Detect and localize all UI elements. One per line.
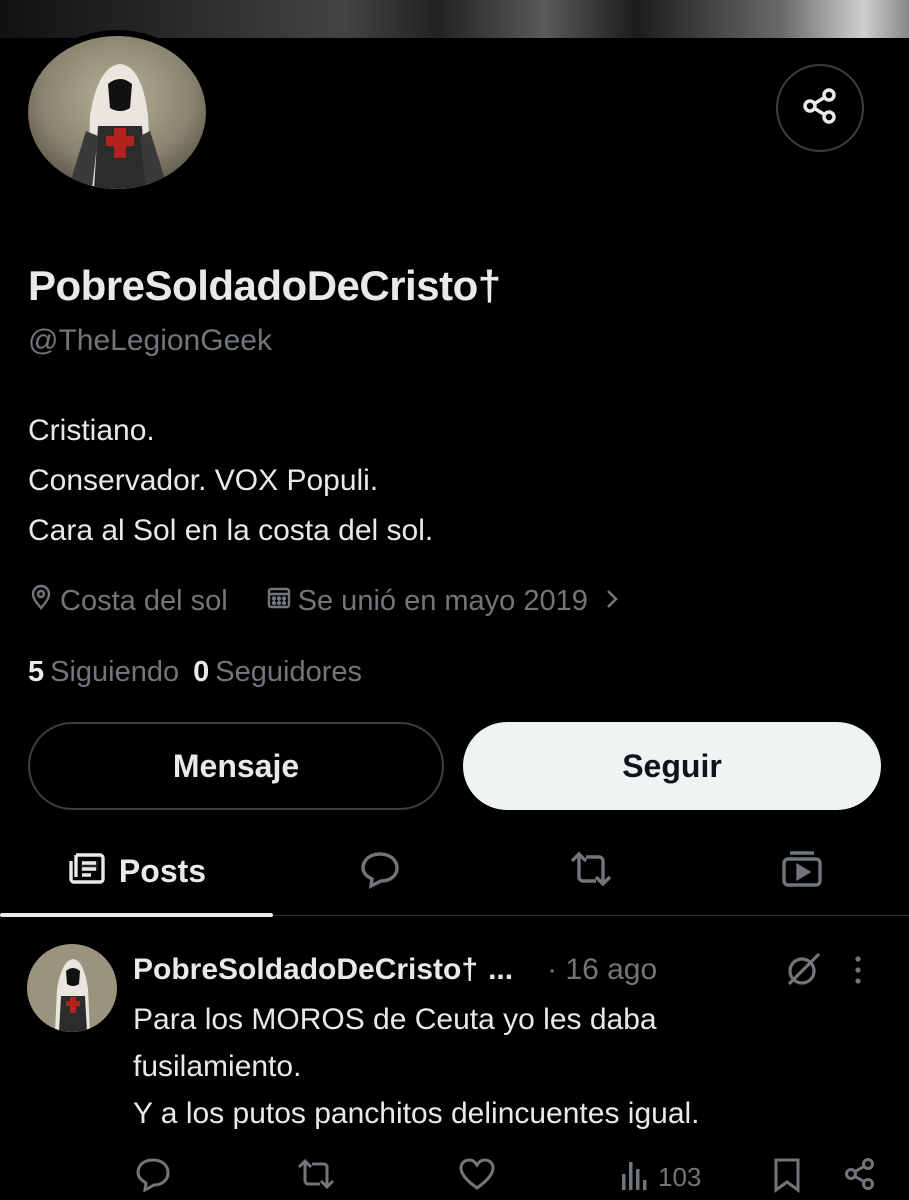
post-share-button[interactable] — [842, 1156, 878, 1199]
location-icon — [28, 584, 54, 618]
message-button[interactable]: Mensaje — [28, 722, 444, 810]
profile-bio: Cristiano. Conservador. VOX Populi. Cara… — [28, 406, 433, 556]
views-icon — [620, 1156, 650, 1199]
post-header: PobreSoldadoDeCristo† ... · 16 ago — [133, 950, 893, 990]
location-text: Costa del sol — [60, 584, 228, 617]
post-line: fusilamiento. — [133, 1050, 302, 1083]
profile-avatar-frame — [22, 30, 212, 195]
followers-link[interactable]: 0 Seguidores — [193, 656, 362, 689]
bio-line: Cara al Sol en la costa del sol. — [28, 514, 434, 547]
repost-icon — [568, 849, 614, 894]
post-like-button[interactable] — [458, 1156, 496, 1199]
post-line: Y a los putos panchitos delincuentes igu… — [133, 1097, 700, 1130]
share-profile-button[interactable] — [776, 64, 864, 152]
reply-icon — [134, 1156, 172, 1199]
tab-posts-indicator — [0, 913, 273, 917]
post-reply-button[interactable] — [134, 1156, 172, 1199]
profile-avatar[interactable] — [28, 36, 206, 189]
post-views-count: 103 — [658, 1162, 702, 1192]
share-icon — [800, 86, 840, 131]
follow-button[interactable]: Seguir — [463, 722, 881, 810]
bio-line: Conservador. VOX Populi. — [28, 464, 379, 497]
calendar-icon — [266, 584, 292, 618]
tab-reposts[interactable] — [541, 826, 641, 916]
reply-icon — [359, 849, 401, 894]
post-views-button[interactable]: 103 — [620, 1156, 701, 1199]
tab-posts[interactable]: Posts — [0, 826, 273, 917]
grok-icon[interactable] — [783, 950, 823, 995]
post-timestamp[interactable]: · 16 ago — [547, 953, 657, 987]
post-author-name[interactable]: PobreSoldadoDeCristo† — [133, 953, 478, 987]
posts-icon — [67, 849, 107, 893]
bio-line: Cristiano. — [28, 414, 155, 447]
post-body: Para los MOROS de Ceuta yo les daba fusi… — [133, 996, 893, 1137]
profile-location: Costa del sol — [28, 584, 228, 618]
profile-tabs: Posts — [0, 826, 909, 917]
tab-replies[interactable] — [330, 826, 430, 916]
profile-name: PobreSoldadoDeCristo† — [28, 262, 501, 309]
profile-meta: Costa del sol Se unió en mayo 2019 — [28, 582, 620, 620]
follow-stats: 5 Siguiendo 0 Seguidores — [28, 656, 362, 689]
post-author-ellipsis: ... — [488, 953, 514, 986]
post-avatar[interactable] — [27, 944, 117, 1032]
following-count: 5 — [28, 656, 45, 688]
profile-page: PobreSoldadoDeCristo† @TheLegionGeek Cri… — [0, 0, 909, 1200]
followers-count: 0 — [193, 656, 210, 688]
more-icon[interactable] — [851, 950, 865, 995]
following-link[interactable]: 5 Siguiendo — [28, 656, 179, 689]
profile-joined[interactable]: Se unió en mayo 2019 — [266, 584, 620, 618]
profile-handle: @TheLegionGeek — [28, 324, 272, 357]
following-label: Siguiendo — [50, 656, 180, 688]
post-line: Para los MOROS de Ceuta yo les daba — [133, 1003, 657, 1036]
chevron-right-icon — [604, 585, 620, 618]
share-icon — [842, 1156, 878, 1199]
followers-label: Seguidores — [215, 656, 362, 688]
bookmark-icon — [772, 1156, 802, 1200]
like-icon — [458, 1156, 496, 1199]
post-repost-button[interactable] — [296, 1156, 336, 1199]
repost-icon — [296, 1156, 336, 1199]
post-actions: 103 — [0, 1152, 909, 1200]
post-bookmark-button[interactable] — [772, 1156, 802, 1200]
tab-media[interactable] — [752, 826, 852, 916]
tab-posts-label: Posts — [118, 852, 207, 889]
media-icon — [780, 849, 824, 894]
joined-text: Se unió en mayo 2019 — [297, 584, 588, 617]
